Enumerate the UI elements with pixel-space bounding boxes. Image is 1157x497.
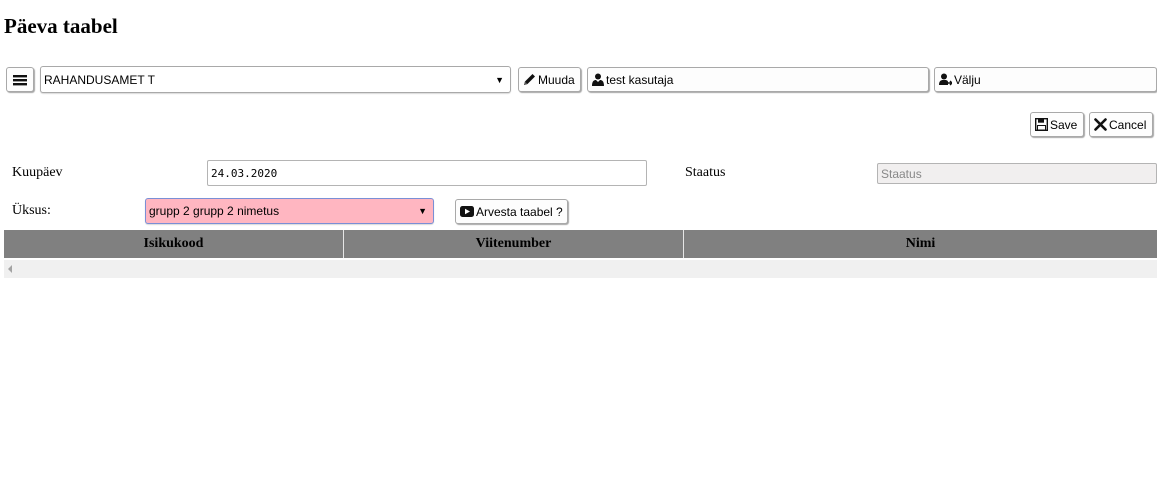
- page-title: Päeva taabel: [4, 14, 118, 38]
- user-icon: [592, 73, 604, 86]
- calculate-timesheet-label: Arvesta taabel ?: [476, 204, 563, 219]
- cancel-button[interactable]: Cancel: [1089, 112, 1153, 137]
- date-label: Kuupäev: [12, 165, 63, 180]
- pencil-icon: [523, 73, 536, 86]
- unit-label: Üksus:: [12, 203, 51, 218]
- dropdown-arrow-icon: ▼: [495, 74, 504, 85]
- organization-select-value: RAHANDUSAMET T: [44, 72, 155, 87]
- edit-button[interactable]: Muuda: [518, 67, 581, 92]
- unit-select[interactable]: grupp 2 grupp 2 nimetus ▼: [145, 198, 434, 224]
- status-placeholder: Staatus: [881, 166, 922, 181]
- logout-button-label: Välju: [954, 72, 981, 87]
- unit-select-value: grupp 2 grupp 2 nimetus: [149, 204, 280, 218]
- status-label: Staatus: [685, 165, 726, 180]
- scroll-left-arrow-icon[interactable]: [8, 265, 12, 273]
- user-logout-icon: [939, 73, 952, 86]
- cancel-button-label: Cancel: [1109, 117, 1147, 132]
- play-video-icon: [460, 206, 474, 217]
- column-header-isikukood[interactable]: Isikukood: [4, 230, 344, 258]
- date-value: 24.03.2020: [211, 166, 278, 180]
- horizontal-scrollbar[interactable]: [4, 260, 1157, 278]
- column-header-viitenumber[interactable]: Viitenumber: [344, 230, 684, 258]
- user-button[interactable]: test kasutaja: [587, 67, 929, 92]
- grid-header: Isikukood Viitenumber Nimi: [4, 230, 1157, 258]
- user-name: test kasutaja: [606, 72, 674, 87]
- organization-select[interactable]: RAHANDUSAMET T ▼: [40, 66, 511, 93]
- menu-button[interactable]: [6, 67, 34, 92]
- logout-button[interactable]: Välju: [934, 67, 1157, 92]
- save-button-label: Save: [1050, 117, 1078, 132]
- dropdown-arrow-icon: ▼: [418, 206, 427, 216]
- column-header-nimi[interactable]: Nimi: [684, 230, 1157, 258]
- status-field: Staatus: [877, 163, 1157, 184]
- edit-button-label: Muuda: [538, 72, 575, 87]
- floppy-disk-icon: [1035, 118, 1048, 131]
- close-icon: [1094, 118, 1107, 131]
- hamburger-icon: [13, 74, 27, 86]
- date-field[interactable]: 24.03.2020: [207, 160, 647, 186]
- calculate-timesheet-button[interactable]: Arvesta taabel ?: [455, 199, 568, 224]
- save-button[interactable]: Save: [1030, 112, 1084, 137]
